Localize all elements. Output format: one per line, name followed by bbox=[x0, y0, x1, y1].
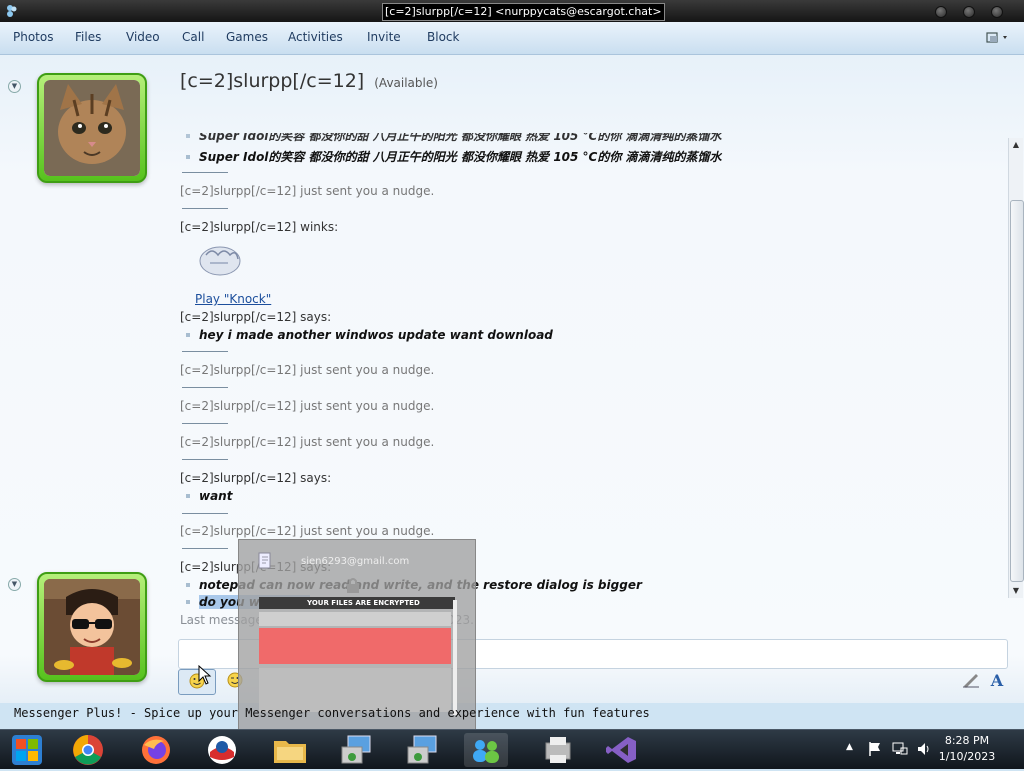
contact-name: [c=2]slurpp[/c=12] bbox=[180, 70, 365, 92]
contact-header: [c=2]slurpp[/c=12] (Available) bbox=[180, 70, 438, 92]
menu-activities[interactable]: Activities bbox=[288, 30, 343, 44]
nudge-notice: [c=2]slurpp[/c=12] just sent you a nudge… bbox=[180, 363, 435, 377]
start-button[interactable] bbox=[6, 733, 50, 767]
kitten-picture bbox=[44, 80, 140, 176]
message-line: Super Idol的笑容 都没你的甜 八月正午的阳光 都没你耀眼 热爱 105… bbox=[186, 148, 722, 165]
menu-bar: Photos Files Video Call Games Activities… bbox=[0, 22, 1024, 55]
nudge-notice: [c=2]slurpp[/c=12] just sent you a nudge… bbox=[180, 524, 435, 538]
message-separator bbox=[182, 459, 228, 460]
self-avatar[interactable] bbox=[37, 572, 147, 682]
fist-wink-icon[interactable] bbox=[198, 241, 242, 277]
message-line: hey i made another windwos update want d… bbox=[186, 328, 553, 342]
collapse-contact-icon[interactable]: ▼ bbox=[8, 80, 21, 93]
taskbar-setup-1[interactable] bbox=[334, 733, 378, 767]
visual-studio-icon bbox=[606, 737, 636, 763]
taskbar-obama[interactable] bbox=[200, 733, 244, 767]
network-icon[interactable] bbox=[892, 741, 908, 757]
taskbar-setup-2[interactable] bbox=[400, 733, 444, 767]
window-preview-popup[interactable]: sien6293@gmail.com YOUR FILES ARE ENCRYP… bbox=[238, 539, 476, 731]
conversation-window: ▼ [c=2]slurpp[/c=12] (Available) Super I… bbox=[0, 55, 1024, 703]
contact-status: (Available) bbox=[374, 76, 438, 90]
nudge-notice: [c=2]slurpp[/c=12] just sent you a nudge… bbox=[180, 435, 435, 449]
message-separator bbox=[182, 423, 228, 424]
menu-games[interactable]: Games bbox=[226, 30, 268, 44]
messenger-plus-banner[interactable]: Messenger Plus! - Spice up your Messenge… bbox=[14, 706, 650, 720]
menu-files[interactable]: Files bbox=[75, 30, 101, 44]
lock-icon bbox=[347, 578, 359, 593]
message-separator bbox=[182, 208, 228, 209]
window-title: [c=2]slurpp[/c=12] <nurppycats@escargot.… bbox=[382, 3, 665, 21]
pen-icon bbox=[963, 674, 979, 688]
installer-icon-2 bbox=[407, 735, 437, 764]
font-icon: A bbox=[990, 671, 1004, 690]
messenger-icon[interactable] bbox=[4, 3, 20, 19]
preview-scrollbar bbox=[453, 600, 457, 715]
conversation-scrollbar[interactable]: ▲ ▼ bbox=[1008, 138, 1024, 598]
close-button[interactable] bbox=[991, 6, 1003, 18]
campaign-logo-icon bbox=[208, 736, 236, 764]
maximize-button[interactable] bbox=[963, 6, 975, 18]
minimize-button[interactable] bbox=[935, 6, 947, 18]
message-separator bbox=[182, 548, 228, 549]
volume-icon[interactable] bbox=[916, 741, 932, 757]
message-sender: [c=2]slurpp[/c=12] says: bbox=[180, 310, 332, 324]
show-hidden-icons[interactable]: ▲ bbox=[846, 742, 853, 752]
menu-video[interactable]: Video bbox=[126, 30, 160, 44]
taskbar-firefox[interactable] bbox=[134, 733, 178, 767]
chrome-icon bbox=[73, 735, 103, 765]
collapse-self-icon[interactable]: ▼ bbox=[8, 578, 21, 591]
message-separator bbox=[182, 387, 228, 388]
folder-icon bbox=[274, 741, 306, 763]
taskbar-visual-studio[interactable] bbox=[600, 733, 644, 767]
preview-warning-block bbox=[259, 628, 451, 664]
preview-email: sien6293@gmail.com bbox=[301, 556, 410, 567]
preview-text-block bbox=[259, 612, 451, 626]
taskbar-explorer[interactable] bbox=[268, 733, 312, 767]
options-menu-icon[interactable] bbox=[986, 31, 1010, 45]
clock-time: 8:28 PM bbox=[944, 734, 990, 747]
scroll-down-icon[interactable]: ▼ bbox=[1009, 584, 1023, 598]
font-button[interactable]: A bbox=[986, 669, 1008, 693]
menu-block[interactable]: Block bbox=[427, 30, 459, 44]
clock-date: 1/10/2023 bbox=[938, 750, 996, 763]
cartoon-picture bbox=[44, 579, 140, 675]
message-line: want bbox=[186, 489, 232, 503]
messenger-buddies-icon bbox=[473, 740, 499, 763]
message-separator bbox=[182, 351, 228, 352]
installer-icon bbox=[341, 735, 371, 764]
flag-icon[interactable] bbox=[868, 741, 882, 757]
message-sender: [c=2]slurpp[/c=12] says: bbox=[180, 471, 332, 485]
taskbar-printer[interactable] bbox=[536, 733, 580, 767]
play-knock-link[interactable]: Play "Knock" bbox=[195, 292, 271, 306]
nudge-notice: [c=2]slurpp[/c=12] just sent you a nudge… bbox=[180, 184, 435, 198]
menu-photos[interactable]: Photos bbox=[13, 30, 53, 44]
preview-header: YOUR FILES ARE ENCRYPTED bbox=[259, 597, 455, 609]
document-icon bbox=[258, 552, 271, 569]
nudge-notice: [c=2]slurpp[/c=12] just sent you a nudge… bbox=[180, 399, 435, 413]
scroll-thumb[interactable] bbox=[1010, 200, 1024, 582]
taskbar: ▲ 8:28 PM 1/10/2023 bbox=[0, 729, 1024, 769]
system-clock[interactable]: 8:28 PM 1/10/2023 bbox=[932, 733, 1002, 765]
mouse-cursor-icon bbox=[198, 665, 212, 685]
menu-call[interactable]: Call bbox=[182, 30, 204, 44]
contact-avatar[interactable] bbox=[37, 73, 147, 183]
message-line-cut: Super Idol的笑容 都没你的甜 八月正午的阳光 都没你耀眼 热爱 105… bbox=[186, 133, 722, 144]
message-separator bbox=[182, 172, 228, 173]
menu-invite[interactable]: Invite bbox=[367, 30, 401, 44]
handwriting-button[interactable] bbox=[960, 669, 982, 693]
start-orb-icon bbox=[12, 735, 42, 765]
wink-sender: [c=2]slurpp[/c=12] winks: bbox=[180, 220, 339, 234]
scroll-up-icon[interactable]: ▲ bbox=[1009, 138, 1023, 152]
message-separator bbox=[182, 513, 228, 514]
title-bar: [c=2]slurpp[/c=12] <nurppycats@escargot.… bbox=[0, 0, 1024, 22]
taskbar-messenger[interactable] bbox=[464, 733, 508, 767]
taskbar-chrome[interactable] bbox=[66, 733, 110, 767]
firefox-icon bbox=[142, 736, 170, 764]
printer-icon bbox=[545, 737, 571, 763]
